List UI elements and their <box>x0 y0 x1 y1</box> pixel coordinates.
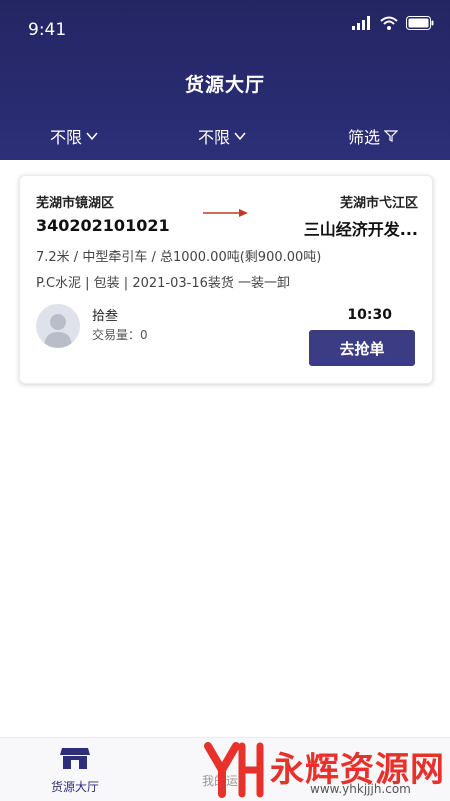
header: 9:41 货源大厅 不限 不限 筛选 <box>0 0 450 160</box>
destination-city: 芜湖市弋江区 <box>339 196 418 211</box>
store-icon <box>60 748 90 769</box>
origin-place: 340202101021 <box>36 216 170 235</box>
watermark: 永辉资源网 www.yhkjjjh.com <box>198 738 450 800</box>
avatar <box>36 304 80 348</box>
origin-city: 芜湖市镜湖区 <box>36 196 115 211</box>
chevron-down-icon <box>86 132 98 141</box>
watermark-url: www.yhkjjjh.com <box>310 782 411 796</box>
status-icons <box>352 16 434 30</box>
vehicle-spec: 7.2米 / 中型牵引车 / 总1000.00吨(剩900.00吨) <box>36 250 322 265</box>
page-title: 货源大厅 <box>184 74 265 96</box>
signal-icon <box>352 16 370 30</box>
wifi-icon <box>380 16 398 30</box>
status-bar: 9:41 <box>0 0 450 58</box>
shipper-name: 拾叁 <box>92 309 119 324</box>
destination-place: 三山经济开发... <box>303 220 418 239</box>
user-avatar-icon <box>44 314 72 348</box>
chevron-down-icon <box>234 132 246 141</box>
filter-label: 不限 <box>198 128 231 147</box>
filter-button[interactable]: 筛选 <box>348 124 399 148</box>
battery-icon <box>406 16 434 30</box>
filter-bar: 不限 不限 筛选 <box>0 124 450 150</box>
cargo-card[interactable]: 芜湖市镜湖区 芜湖市弋江区 340202101021 三山经济开发... 7.2… <box>19 175 433 384</box>
filter-icon <box>384 130 399 142</box>
filter-dropdown-1[interactable]: 不限 <box>50 124 98 148</box>
status-time: 9:41 <box>28 20 67 40</box>
filter-label: 筛选 <box>348 128 381 147</box>
tab-label: 货源大厅 <box>50 780 99 794</box>
filter-label: 不限 <box>50 128 83 147</box>
deal-count: 交易量：0 <box>92 328 148 342</box>
watermark-logo-icon <box>204 742 264 798</box>
post-time: 10:30 <box>347 307 392 323</box>
filter-dropdown-2[interactable]: 不限 <box>198 124 246 148</box>
tab-cargo-hall[interactable]: 货源大厅 <box>35 746 115 795</box>
grab-order-button[interactable]: 去抢单 <box>309 330 415 366</box>
cargo-info: P.C水泥 | 包装 | 2021-03-16装货 一装一卸 <box>36 276 290 291</box>
route-arrow-icon <box>203 209 248 217</box>
